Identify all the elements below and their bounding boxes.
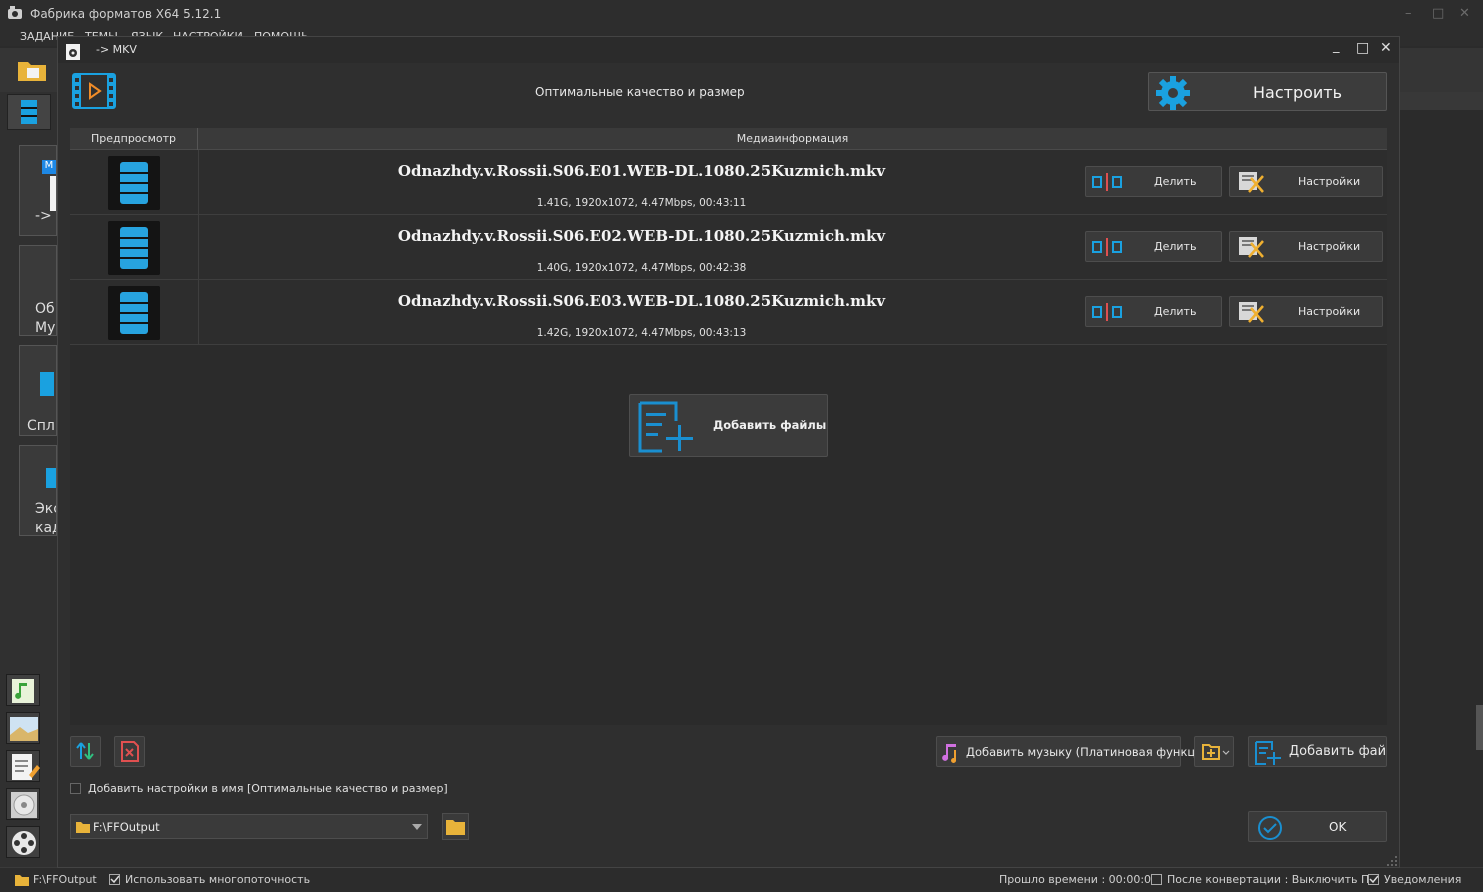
notifications-checkbox[interactable]: [1368, 874, 1379, 885]
document-icon[interactable]: [6, 750, 40, 782]
table-row[interactable]: Odnazhdy.v.Rossii.S06.E01.WEB-DL.1080.25…: [70, 150, 1387, 215]
output-folder-value: F:\FFOutput: [93, 820, 160, 834]
chevron-down-icon: [412, 824, 422, 830]
delete-file-icon: [121, 741, 139, 762]
file-settings-button[interactable]: Настройки: [1229, 296, 1383, 327]
rail-card-mkv[interactable]: -> M M: [19, 145, 57, 236]
output-folder-select[interactable]: F:\FFOutput: [70, 814, 428, 839]
dialog-title-bar: -> MKV _ □ ✕: [58, 37, 1399, 63]
file-info: 1.40G, 1920x1072, 4.47Mbps, 00:42:38: [536, 262, 747, 274]
browse-folder-button[interactable]: [442, 813, 469, 840]
sort-arrows-icon: [76, 742, 94, 760]
add-folder-icon: [1202, 744, 1230, 760]
split-button[interactable]: Делить: [1085, 166, 1222, 197]
elapsed-time: Прошло времени : 00:00:00: [999, 873, 1159, 886]
music-icon: [942, 744, 957, 763]
after-conversion-label: После конвертации : Выключить ПК: [1167, 873, 1378, 886]
rail-card-export[interactable]: Экс кад: [19, 445, 57, 536]
file-name: Odnazhdy.v.Rossii.S06.E03.WEB-DL.1080.25…: [397, 292, 886, 310]
check-circle-icon: [1258, 816, 1282, 840]
file-settings-button[interactable]: Настройки: [1229, 231, 1383, 262]
split-icon: [1092, 303, 1122, 321]
file-name: Odnazhdy.v.Rossii.S06.E02.WEB-DL.1080.25…: [397, 227, 886, 245]
table-row[interactable]: Odnazhdy.v.Rossii.S06.E03.WEB-DL.1080.25…: [70, 280, 1387, 345]
app-logo-icon: [8, 6, 22, 19]
split-icon: [1092, 173, 1122, 191]
disc-icon[interactable]: [6, 788, 40, 820]
rail-card-splitter[interactable]: Спли: [19, 345, 57, 436]
main-title-bar: Фабрика форматов X64 5.12.1 – □ ✕: [0, 0, 1483, 28]
left-rail: -> M M Об My Спли Экс кад: [0, 92, 57, 867]
table-row[interactable]: Odnazhdy.v.Rossii.S06.E02.WEB-DL.1080.25…: [70, 215, 1387, 280]
gear-icon: [1156, 76, 1190, 110]
settings-scissors-icon: [1239, 172, 1264, 193]
audio-icon[interactable]: [6, 674, 40, 706]
output-folder-icon[interactable]: [17, 58, 47, 82]
add-music-button[interactable]: Добавить музыку (Платиновая функция): [936, 736, 1214, 767]
close-button[interactable]: ✕: [1459, 6, 1470, 21]
settings-scissors-icon: [1239, 237, 1264, 258]
dialog-icon: [66, 44, 80, 60]
scrollbar[interactable]: [1476, 705, 1483, 750]
add-music-label: Добавить музыку (Платиновая функция): [966, 745, 1215, 759]
remove-all-button[interactable]: [114, 736, 145, 767]
video-thumbnail-icon: [108, 221, 160, 275]
ok-label: OK: [1329, 820, 1347, 834]
maximize-button[interactable]: □: [1432, 6, 1444, 21]
multithread-label: Использовать многопоточность: [125, 873, 311, 886]
add-settings-to-name-checkbox[interactable]: [70, 783, 81, 794]
notifications-label: Уведомления: [1384, 873, 1462, 886]
add-file-button[interactable]: Добавить файль: [1248, 736, 1387, 767]
status-bar: F:\FFOutput Использовать многопоточность…: [0, 867, 1483, 892]
video-format-icon: [72, 73, 116, 109]
column-preview: Предпросмотр: [70, 128, 198, 150]
file-settings-button[interactable]: Настройки: [1229, 166, 1383, 197]
add-file-label: Добавить файль: [1289, 744, 1387, 759]
dialog-close-button[interactable]: ✕: [1380, 40, 1392, 56]
folder-icon: [446, 820, 465, 835]
table-header: Предпросмотр Медиаинформация: [70, 128, 1387, 150]
profile-label: Оптимальные качество и размер: [535, 85, 745, 99]
split-button[interactable]: Делить: [1085, 296, 1222, 327]
column-media-info: Медиаинформация: [736, 132, 849, 145]
minimize-button[interactable]: –: [1405, 6, 1412, 21]
dialog-minimize-button[interactable]: _: [1333, 39, 1340, 54]
split-icon: [1092, 238, 1122, 256]
add-file-icon: [638, 401, 693, 453]
status-folder[interactable]: F:\FFOutput: [33, 873, 97, 886]
dialog-maximize-button[interactable]: □: [1356, 40, 1369, 56]
file-name: Odnazhdy.v.Rossii.S06.E01.WEB-DL.1080.25…: [397, 162, 886, 180]
after-conversion-checkbox[interactable]: [1151, 874, 1162, 885]
add-folder-button[interactable]: [1194, 736, 1234, 767]
dialog-title: -> MKV: [96, 43, 137, 56]
file-info: 1.42G, 1920x1072, 4.47Mbps, 00:43:13: [536, 327, 747, 339]
mkv-dialog: -> MKV _ □ ✕ Оптимальные качество и разм…: [57, 36, 1400, 868]
resize-grip-icon[interactable]: [1386, 855, 1398, 867]
rail-card-2[interactable]: Об My: [19, 245, 57, 336]
sort-button[interactable]: [70, 736, 101, 767]
add-files-center-label: Добавить файлы: [713, 418, 827, 432]
ok-button[interactable]: OK: [1248, 811, 1387, 842]
add-file-icon: [1255, 741, 1281, 765]
video-thumbnail-icon: [108, 286, 160, 340]
video-reel-icon[interactable]: [6, 826, 40, 858]
settings-scissors-icon: [1239, 302, 1264, 323]
folder-icon: [76, 822, 90, 833]
right-panel: [1400, 92, 1483, 867]
add-files-center-button[interactable]: Добавить файлы: [629, 394, 828, 457]
multithread-checkbox[interactable]: [109, 874, 120, 885]
app-title: Фабрика форматов X64 5.12.1: [30, 7, 222, 21]
split-button[interactable]: Делить: [1085, 231, 1222, 262]
file-info: 1.41G, 1920x1072, 4.47Mbps, 00:43:11: [536, 197, 747, 209]
configure-button[interactable]: Настроить: [1148, 72, 1387, 111]
configure-label: Настроить: [1253, 83, 1343, 102]
video-thumbnail-icon: [108, 156, 160, 210]
add-settings-to-name-label: Добавить настройки в имя [Оптимальные ка…: [88, 782, 448, 795]
video-category-tab[interactable]: [7, 94, 51, 130]
folder-icon: [15, 875, 29, 886]
image-icon[interactable]: [6, 712, 40, 744]
